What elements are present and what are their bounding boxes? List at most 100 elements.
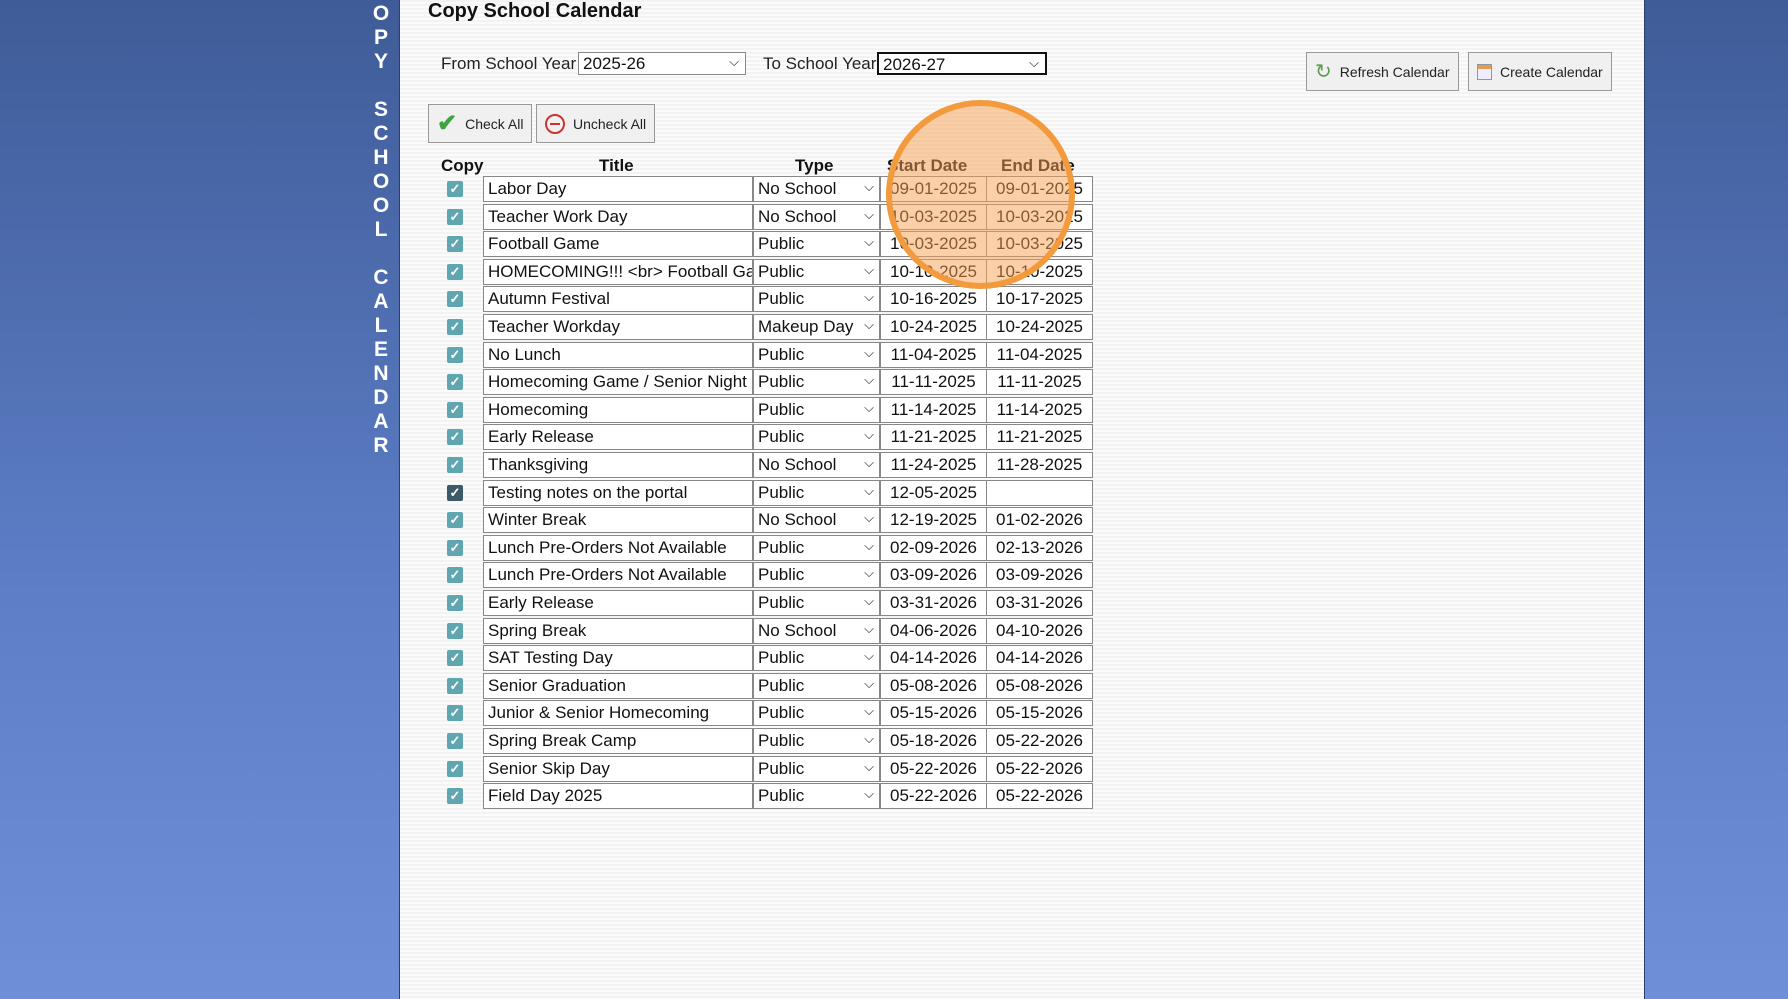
copy-checkbox[interactable]: ✓	[447, 567, 463, 584]
type-select[interactable]: Public ⌵	[753, 286, 880, 313]
end-date-input[interactable]: 11-04-2025	[986, 341, 1093, 368]
type-select[interactable]: No School ⌵	[753, 203, 880, 230]
type-select[interactable]: Public ⌵	[753, 396, 880, 423]
copy-checkbox[interactable]: ✓	[447, 208, 463, 225]
type-select[interactable]: Public ⌵	[753, 534, 880, 561]
type-select[interactable]: Public ⌵	[753, 369, 880, 396]
end-date-input[interactable]: 11-11-2025	[986, 369, 1093, 396]
start-date-input[interactable]: 11-21-2025	[880, 424, 987, 451]
copy-checkbox[interactable]: ✓	[447, 374, 463, 391]
title-input[interactable]: Field Day 2025	[483, 783, 753, 810]
end-date-input[interactable]: 05-22-2026	[986, 783, 1093, 810]
type-select[interactable]: No School ⌵	[753, 176, 880, 202]
copy-checkbox[interactable]: ✓	[447, 760, 463, 777]
title-input[interactable]: Autumn Festival	[483, 286, 753, 313]
start-date-input[interactable]: 12-19-2025	[880, 507, 987, 534]
title-input[interactable]: Football Game	[483, 231, 753, 258]
check-all-button[interactable]: ✔ Check All	[428, 104, 533, 143]
copy-checkbox[interactable]: ✓	[447, 181, 463, 197]
end-date-input[interactable]: 05-08-2026	[986, 672, 1093, 699]
type-select[interactable]: Public ⌵	[753, 700, 880, 727]
start-date-input[interactable]: 10-10-2025	[880, 258, 987, 285]
title-input[interactable]: Teacher Work Day	[483, 203, 753, 230]
start-date-input[interactable]: 10-03-2025	[880, 203, 987, 230]
start-date-input[interactable]: 10-24-2025	[880, 314, 987, 340]
end-date-input[interactable]: 05-15-2026	[986, 700, 1093, 727]
start-date-input[interactable]: 03-09-2026	[880, 562, 987, 589]
copy-checkbox[interactable]: ✓	[447, 263, 463, 280]
end-date-input[interactable]: 10-03-2025	[986, 231, 1093, 258]
create-calendar-button[interactable]: Create Calendar	[1468, 52, 1612, 91]
title-input[interactable]: Senior Skip Day	[483, 755, 753, 782]
type-select[interactable]: No School ⌵	[753, 617, 880, 644]
to-year-select[interactable]: 2026-27 ⌵	[877, 52, 1047, 75]
type-select[interactable]: Public ⌵	[753, 424, 880, 451]
type-select[interactable]: Public ⌵	[753, 672, 880, 699]
copy-checkbox[interactable]: ✓	[447, 236, 463, 253]
title-input[interactable]: Senior Graduation	[483, 672, 753, 699]
start-date-input[interactable]: 11-11-2025	[880, 369, 987, 396]
copy-checkbox[interactable]: ✓	[447, 733, 463, 749]
start-date-input[interactable]: 05-08-2026	[880, 672, 987, 699]
type-select[interactable]: Public ⌵	[753, 783, 880, 810]
start-date-input[interactable]: 11-14-2025	[880, 396, 987, 423]
start-date-input[interactable]: 05-22-2026	[880, 755, 987, 782]
end-date-input[interactable]: 03-31-2026	[986, 590, 1093, 616]
start-date-input[interactable]: 05-15-2026	[880, 700, 987, 727]
end-date-input[interactable]: 03-09-2026	[986, 562, 1093, 589]
type-select[interactable]: Public ⌵	[753, 341, 880, 368]
start-date-input[interactable]: 10-03-2025	[880, 231, 987, 258]
copy-checkbox[interactable]: ✓	[447, 457, 463, 473]
type-select[interactable]: Public ⌵	[753, 479, 880, 506]
end-date-input[interactable]: 02-13-2026	[986, 534, 1093, 561]
type-select[interactable]: Makeup Day ⌵	[753, 314, 880, 340]
end-date-input[interactable]: 04-10-2026	[986, 617, 1093, 644]
title-input[interactable]: Teacher Workday	[483, 314, 753, 340]
end-date-input[interactable]: 04-14-2026	[986, 645, 1093, 672]
end-date-input[interactable]: 10-24-2025	[986, 314, 1093, 340]
start-date-input[interactable]: 02-09-2026	[880, 534, 987, 561]
title-input[interactable]: HOMECOMING!!! <br> Football Game	[483, 258, 753, 285]
end-date-input[interactable]: 11-28-2025	[986, 452, 1093, 478]
title-input[interactable]: Homecoming Game / Senior Night	[483, 369, 753, 396]
copy-checkbox[interactable]: ✓	[447, 291, 463, 308]
end-date-input[interactable]: 01-02-2026	[986, 507, 1093, 534]
end-date-input[interactable]: 10-10-2025	[986, 258, 1093, 285]
start-date-input[interactable]: 12-05-2025	[880, 479, 987, 506]
title-input[interactable]: Labor Day	[483, 176, 753, 202]
copy-checkbox[interactable]: ✓	[447, 539, 463, 556]
start-date-input[interactable]: 05-22-2026	[880, 783, 987, 810]
title-input[interactable]: Early Release	[483, 590, 753, 616]
refresh-calendar-button[interactable]: ↻ Refresh Calendar	[1306, 52, 1459, 91]
from-year-select[interactable]: 2025-26 ⌵	[578, 52, 746, 75]
type-select[interactable]: Public ⌵	[753, 258, 880, 285]
title-input[interactable]: Junior & Senior Homecoming	[483, 700, 753, 727]
type-select[interactable]: Public ⌵	[753, 590, 880, 616]
end-date-input[interactable]: 10-03-2025	[986, 203, 1093, 230]
title-input[interactable]: Thanksgiving	[483, 452, 753, 478]
copy-checkbox[interactable]: ✓	[447, 788, 463, 805]
end-date-input[interactable]: 11-14-2025	[986, 396, 1093, 423]
title-input[interactable]: Lunch Pre-Orders Not Available	[483, 562, 753, 589]
end-date-input[interactable]: 10-17-2025	[986, 286, 1093, 313]
type-select[interactable]: Public ⌵	[753, 645, 880, 672]
copy-checkbox[interactable]: ✓	[447, 512, 463, 529]
start-date-input[interactable]: 05-18-2026	[880, 728, 987, 754]
start-date-input[interactable]: 11-24-2025	[880, 452, 987, 478]
start-date-input[interactable]: 04-14-2026	[880, 645, 987, 672]
copy-checkbox[interactable]: ✓	[447, 401, 463, 418]
start-date-input[interactable]: 04-06-2026	[880, 617, 987, 644]
end-date-input[interactable]: 11-21-2025	[986, 424, 1093, 451]
title-input[interactable]: SAT Testing Day	[483, 645, 753, 672]
title-input[interactable]: Homecoming	[483, 396, 753, 423]
copy-checkbox[interactable]: ✓	[447, 622, 463, 639]
title-input[interactable]: Spring Break Camp	[483, 728, 753, 754]
copy-checkbox[interactable]: ✓	[447, 677, 463, 694]
copy-checkbox[interactable]: ✓	[447, 319, 463, 335]
start-date-input[interactable]: 03-31-2026	[880, 590, 987, 616]
end-date-input[interactable]: 09-01-2025	[986, 176, 1093, 202]
end-date-input[interactable]: 05-22-2026	[986, 728, 1093, 754]
copy-checkbox[interactable]: ✓	[447, 595, 463, 611]
end-date-input[interactable]: 05-22-2026	[986, 755, 1093, 782]
type-select[interactable]: Public ⌵	[753, 728, 880, 754]
